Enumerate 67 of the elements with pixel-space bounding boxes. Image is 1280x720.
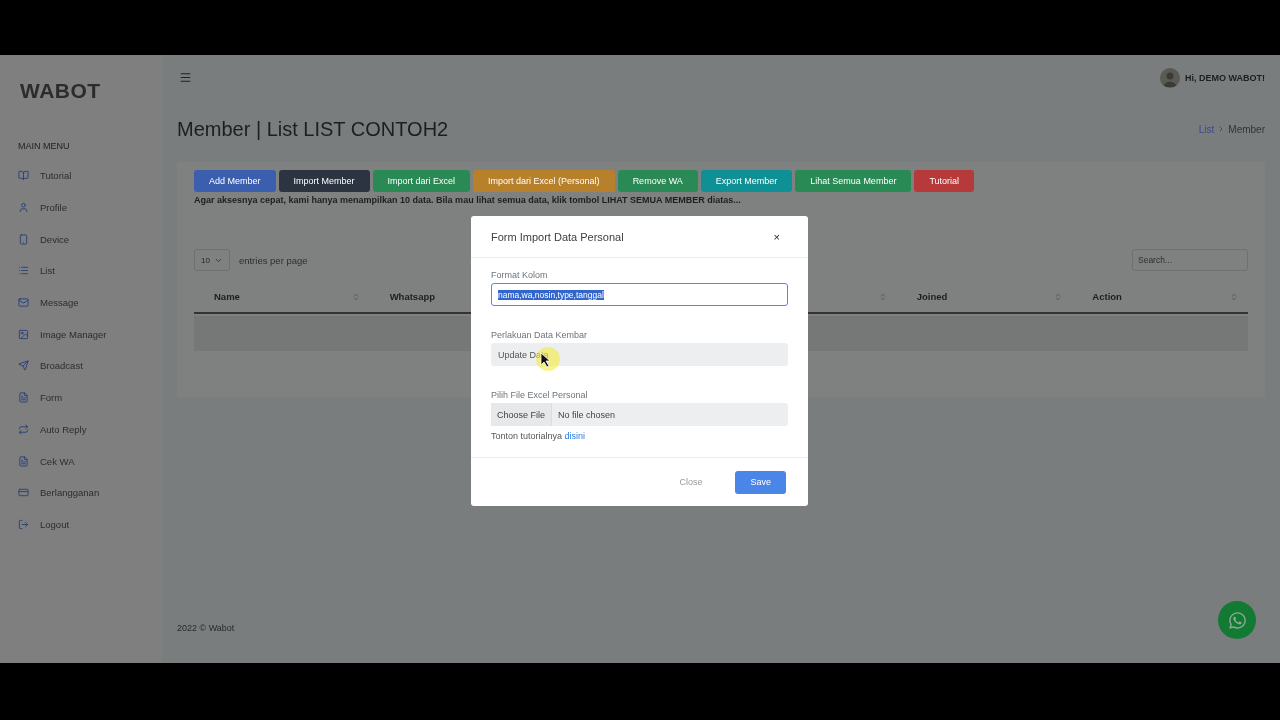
sidebar-item[interactable]: Form bbox=[18, 381, 162, 414]
page-size-select[interactable]: 10 bbox=[194, 249, 230, 271]
image-icon bbox=[18, 328, 29, 340]
card-icon bbox=[18, 487, 29, 499]
field-label: Format Kolom bbox=[491, 270, 549, 280]
phone-icon bbox=[18, 233, 29, 245]
breadcrumb-link[interactable]: List bbox=[1198, 123, 1215, 135]
sidebar-item[interactable]: List bbox=[18, 255, 162, 287]
repeat-icon bbox=[18, 423, 29, 435]
sidebar-item[interactable]: Image Manager bbox=[18, 318, 162, 351]
mail-icon bbox=[18, 297, 29, 309]
sidebar-item[interactable]: Message bbox=[18, 286, 162, 319]
page-size-label: entries per page bbox=[238, 254, 308, 266]
book-icon bbox=[18, 170, 29, 182]
sidebar-item[interactable]: Broadcast bbox=[18, 350, 162, 382]
whatsapp-button[interactable] bbox=[1218, 601, 1256, 639]
close-text-button[interactable]: Close bbox=[664, 470, 718, 494]
footer-text: 2022 © Wabot bbox=[177, 623, 235, 633]
action-button[interactable]: Import Member bbox=[278, 170, 370, 192]
sidebar-item[interactable]: Cek WA bbox=[18, 445, 162, 477]
action-button[interactable]: Add Member bbox=[194, 170, 276, 192]
sidebar-item[interactable]: Tutorial bbox=[18, 160, 162, 192]
menu-icon[interactable] bbox=[179, 71, 192, 84]
save-button[interactable]: Save bbox=[735, 470, 786, 494]
sidebar-item[interactable]: Device bbox=[18, 223, 162, 256]
action-button[interactable]: Lihat Semua Member bbox=[795, 170, 912, 192]
page-title: Member | List LIST CONTOH2 bbox=[177, 117, 449, 141]
list-icon bbox=[18, 265, 29, 277]
field-label: Pilih File Excel Personal bbox=[491, 390, 589, 400]
column-header[interactable]: Whatsapp bbox=[389, 291, 436, 302]
help-text: Tonton tutorialnya disini bbox=[491, 431, 587, 441]
avatar-icon bbox=[1160, 67, 1180, 88]
sidebar-item[interactable]: Auto Reply bbox=[18, 413, 162, 446]
sidebar-item[interactable]: Profile bbox=[18, 191, 162, 224]
column-header[interactable]: Action bbox=[1092, 291, 1122, 302]
sort-icon[interactable] bbox=[1230, 292, 1238, 301]
notice-text: Agar aksesnya cepat, kami hanya menampilkan 10 data. Bila mau lihat semua data, klik tombol LIHAT SEMUA MEMBER diatas... bbox=[194, 195, 742, 205]
column-header[interactable]: Joined bbox=[916, 291, 948, 302]
close-button[interactable]: × bbox=[765, 230, 788, 243]
tutorial-link[interactable]: disini bbox=[564, 431, 586, 441]
action-button[interactable]: Import dari Excel bbox=[372, 170, 471, 192]
action-button[interactable]: Import dari Excel (Personal) bbox=[473, 170, 615, 192]
brand-logo: WABOT bbox=[20, 79, 102, 104]
action-button[interactable]: Remove WA bbox=[617, 170, 698, 192]
dialog-title: Form Import Data Personal bbox=[491, 230, 624, 243]
sort-icon[interactable] bbox=[1054, 292, 1063, 301]
text-field[interactable]: nama,wa,nosin,type,tanggal bbox=[491, 283, 788, 306]
send-icon bbox=[18, 360, 29, 372]
field-label: Perlakuan Data Kembar bbox=[491, 330, 589, 340]
sidebar-item[interactable]: Berlangganan bbox=[18, 476, 162, 509]
action-button[interactable]: Tutorial bbox=[914, 170, 975, 192]
sort-icon[interactable] bbox=[351, 292, 360, 301]
document-icon bbox=[18, 392, 29, 404]
choose-file-button[interactable]: Choose File bbox=[491, 403, 553, 426]
logout-icon bbox=[18, 518, 29, 530]
sidebar-item[interactable]: Logout bbox=[18, 508, 162, 541]
breadcrumb-current: Member bbox=[1228, 123, 1265, 135]
user-icon bbox=[18, 202, 29, 214]
sort-icon[interactable] bbox=[878, 292, 887, 301]
user-greeting: Hi, DEMO WABOT! bbox=[1185, 72, 1265, 83]
menu-heading: MAIN MENU bbox=[18, 141, 71, 151]
whatsapp-icon bbox=[1227, 610, 1247, 630]
file-field[interactable]: Choose File No file chosen bbox=[491, 403, 788, 426]
action-button[interactable]: Export Member bbox=[700, 170, 793, 192]
document-icon bbox=[18, 455, 29, 467]
column-header[interactable]: Name bbox=[214, 291, 240, 302]
search-field[interactable]: Search... bbox=[1132, 249, 1248, 271]
